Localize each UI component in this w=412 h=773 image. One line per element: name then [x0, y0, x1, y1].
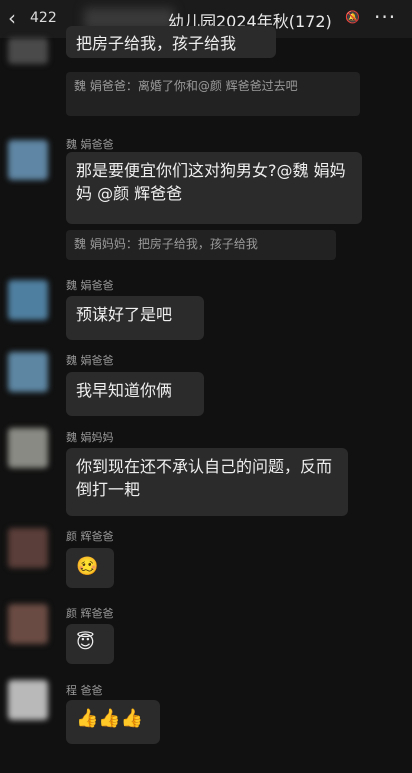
avatar[interactable]	[8, 680, 48, 720]
message-bubble[interactable]: 预谋好了是吧	[66, 296, 204, 340]
sender-name: 魏 娟爸爸	[66, 279, 114, 292]
avatar[interactable]	[8, 38, 48, 64]
bell-off-icon: 🔕	[345, 10, 360, 24]
message-bubble[interactable]: 把房子给我，孩子给我	[66, 26, 276, 58]
quoted-message[interactable]: 魏 娟妈妈：把房子给我，孩子给我	[66, 230, 336, 260]
sender-name: 程 爸爸	[66, 684, 103, 697]
avatar[interactable]	[8, 280, 48, 320]
avatar[interactable]	[8, 352, 48, 392]
avatar[interactable]	[8, 528, 48, 568]
sender-name: 魏 娟妈妈	[66, 431, 114, 444]
message-bubble[interactable]: 你到现在还不承认自己的问题，反而倒打一耙	[66, 448, 348, 516]
message-bubble[interactable]: 👍👍👍	[66, 700, 160, 744]
dizzy-face-emoji: 🥴	[76, 556, 99, 577]
avatar[interactable]	[8, 604, 48, 644]
sender-name: 颜 辉爸爸	[66, 530, 114, 543]
sender-name: 魏 娟爸爸	[66, 138, 114, 151]
message-bubble[interactable]: 🥴	[66, 548, 114, 588]
more-icon[interactable]: ···	[374, 5, 396, 29]
unread-count: 422	[30, 10, 57, 26]
message-bubble[interactable]: 那是要便宜你们这对狗男女?@魏 娟妈妈 @颜 辉爸爸	[66, 152, 362, 224]
avatar[interactable]	[8, 140, 48, 180]
sender-name: 魏 娟爸爸	[66, 354, 114, 367]
avatar[interactable]	[8, 428, 48, 468]
chevron-left-icon[interactable]: ‹	[8, 6, 16, 30]
sender-name: 颜 辉爸爸	[66, 607, 114, 620]
quoted-message[interactable]: 魏 娟爸爸：离婚了你和@颜 辉爸爸过去吧	[66, 72, 360, 116]
thumbs-up-emoji: 👍👍👍	[76, 708, 144, 729]
message-bubble[interactable]: 😇	[66, 624, 114, 664]
halo-face-emoji: 😇	[76, 632, 95, 653]
message-bubble[interactable]: 我早知道你俩	[66, 372, 204, 416]
member-count: (172)	[288, 12, 332, 31]
